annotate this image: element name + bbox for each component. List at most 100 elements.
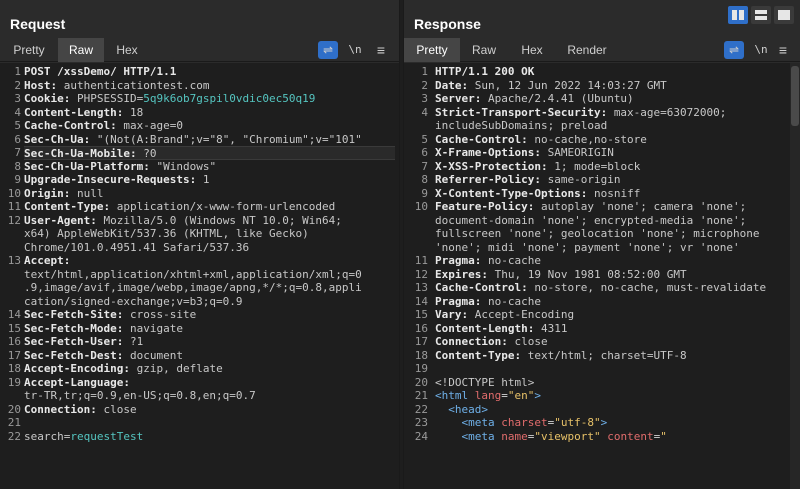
code-line[interactable]: Cache-Control: max-age=0 [24,119,395,133]
code-line[interactable] [24,416,395,430]
code-line[interactable]: Strict-Transport-Security: max-age=63072… [435,106,796,120]
layout-tabs-icon[interactable] [774,6,794,24]
code-line[interactable]: Accept-Encoding: gzip, deflate [24,362,395,376]
layout-side-by-side-icon[interactable] [728,6,748,24]
code-line[interactable]: Sec-Fetch-Mode: navigate [24,322,395,336]
code-line[interactable]: includeSubDomains; preload [435,119,796,133]
html-token: = [501,389,508,402]
code-line[interactable]: HTTP/1.1 200 OK [435,65,796,79]
html-token: "viewport" [534,429,601,443]
line-number [0,227,21,241]
line-number: 9 [421,186,428,200]
header-value: cross-site [129,308,197,321]
code-line[interactable]: x64) AppleWebKit/537.36 (KHTML, like Gec… [24,227,395,241]
header-value: Sun, 12 Jun 2022 14:03:27 GMT [474,78,667,92]
code-line[interactable]: Sec-Ch-Ua-Platform: "Windows" [24,160,395,174]
code-line[interactable]: Feature-Policy: autoplay 'none'; camera … [435,200,796,214]
code-line[interactable]: Chrome/101.0.4951.41 Safari/537.36 [24,241,395,255]
code-line[interactable]: Upgrade-Insecure-Requests: 1 [24,173,395,187]
code-line[interactable]: Connection: close [24,403,395,417]
response-scrollbar[interactable] [790,63,800,489]
header-value: text/html; charset=UTF-8 [527,348,687,362]
header-value: close [103,402,137,416]
code-line[interactable]: Connection: close [435,335,796,349]
header-separator [57,79,64,92]
line-number: 1 [14,65,21,78]
code-line[interactable]: search=requestTest [24,430,395,444]
response-show-newlines-button[interactable]: \n [752,41,770,59]
response-tab-render[interactable]: Render [556,38,618,62]
code-line[interactable]: fullscreen 'none'; geolocation 'none'; m… [435,227,796,241]
code-line[interactable]: Content-Type: text/html; charset=UTF-8 [435,349,796,363]
code-line[interactable]: Sec-Fetch-Site: cross-site [24,308,395,322]
code-line[interactable]: 'none'; midi 'none'; payment 'none'; vr … [435,241,796,255]
code-line[interactable]: Sec-Fetch-Dest: document [24,349,395,363]
code-line[interactable]: cation/signed-exchange;v=b3;q=0.9 [24,295,395,309]
code-line[interactable]: .9,image/avif,image/webp,image/apng,*/*;… [24,281,395,295]
response-tab-pretty[interactable]: Pretty [404,38,460,62]
line-number: 24 [414,429,428,443]
code-line[interactable]: X-Content-Type-Options: nosniff [435,187,796,201]
code-line[interactable]: Expires: Thu, 19 Nov 1981 08:52:00 GMT [435,268,796,282]
request-menu-icon[interactable]: ≡ [374,41,388,59]
code-line[interactable]: Server: Apache/2.4.41 (Ubuntu) [435,92,796,106]
code-line[interactable]: User-Agent: Mozilla/5.0 (Windows NT 10.0… [24,214,395,228]
code-line[interactable]: Date: Sun, 12 Jun 2022 14:03:27 GMT [435,79,796,93]
code-line[interactable]: Accept-Language: [24,376,395,390]
response-scroll-thumb[interactable] [791,66,799,126]
code-line[interactable]: document-domain 'none'; encrypted-media … [435,214,796,228]
code-line[interactable]: Sec-Fetch-User: ?1 [24,335,395,349]
code-line[interactable]: Host: authenticationtest.com [24,79,395,93]
header-separator [481,254,488,267]
code-line[interactable]: Sec-Ch-Ua: "(Not(A:Brand";v="8", "Chromi… [24,133,395,147]
response-editor[interactable]: 1 HTTP/1.1 200 OK 2 Date: Sun, 12 Jun 2022 … [404,63,800,489]
line-number: 10 [7,186,21,200]
code-line[interactable]: X-XSS-Protection: 1; mode=block [435,160,796,174]
response-menu-icon[interactable]: ≡ [776,41,790,59]
code-line[interactable]: Cookie: PHPSESSID=5q9k6ob7gspil0vdic0ec5… [24,92,395,106]
layout-stacked-icon[interactable] [751,6,771,24]
code-line[interactable]: <html lang="en"> [435,389,796,403]
code-line[interactable]: Content-Length: 18 [24,106,395,120]
request-pane: Request Pretty Raw Hex ⇌ \n ≡ 1 POST /xss… [0,0,400,489]
show-newlines-button[interactable]: \n [346,41,364,59]
code-line[interactable]: Pragma: no-cache [435,254,796,268]
code-line[interactable]: Vary: Accept-Encoding [435,308,796,322]
code-line[interactable]: tr-TR,tr;q=0.9,en-US;q=0.8,en;q=0.7 [24,389,395,403]
line-number [404,241,428,255]
code-line[interactable]: Cache-Control: no-store, no-cache, must-… [435,281,796,295]
response-tab-hex[interactable]: Hex [508,38,556,62]
header-value: search= [24,429,71,443]
request-tab-pretty[interactable]: Pretty [0,38,58,62]
request-tab-raw[interactable]: Raw [58,38,104,62]
header-name: Cache-Control: [435,281,528,294]
line-number: 22 [414,402,428,416]
header-separator [488,268,495,281]
html-token: > [600,416,608,429]
code-line[interactable]: Origin: null [24,187,395,201]
code-line[interactable]: X-Frame-Options: SAMEORIGIN [435,146,796,160]
code-line[interactable]: <meta charset="utf-8"> [435,416,796,430]
code-line[interactable]: <!DOCTYPE html> [435,376,796,390]
code-line[interactable]: <head> [435,403,796,417]
header-name: X-Content-Type-Options: [435,186,588,200]
code-line[interactable]: Pragma: no-cache [435,295,796,309]
line-number: 22 [7,429,21,443]
header-name: Connection: [24,402,97,416]
request-editor[interactable]: 1 POST /xssDemo/ HTTP/1.1 2 Host: authentic… [0,63,399,489]
code-line[interactable]: Cache-Control: no-cache,no-store [435,133,796,147]
code-line[interactable]: Content-Length: 4311 [435,322,796,336]
code-line[interactable]: Accept: [24,254,395,268]
header-value: no-cache [487,254,541,267]
wrap-lines-icon[interactable]: ⇌ [318,41,338,59]
code-line[interactable]: Referrer-Policy: same-origin [435,173,796,187]
response-tab-raw[interactable]: Raw [460,38,508,62]
code-line[interactable] [435,362,796,376]
code-line[interactable]: text/html,application/xhtml+xml,applicat… [24,268,395,282]
code-line[interactable]: POST /xssDemo/ HTTP/1.1 [24,65,395,79]
code-line[interactable]: Sec-Ch-Ua-Mobile: ?0 [24,146,395,160]
code-line[interactable]: <meta name="viewport" content=" [435,430,796,444]
response-wrap-lines-icon[interactable]: ⇌ [724,41,744,59]
code-line[interactable]: Content-Type: application/x-www-form-url… [24,200,395,214]
request-tab-hex[interactable]: Hex [104,38,150,62]
